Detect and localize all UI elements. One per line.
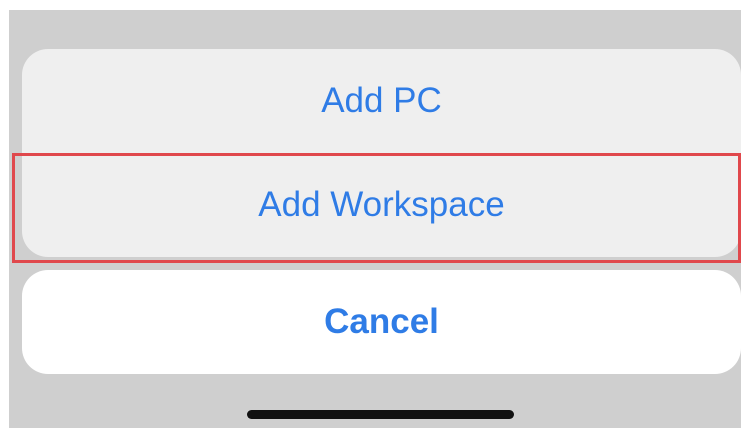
action-sheet-group: Add PC Add Workspace — [22, 49, 741, 257]
home-indicator[interactable] — [247, 410, 514, 419]
screen: Add PC Add Workspace Cancel — [0, 0, 741, 428]
add-workspace-button[interactable]: Add Workspace — [22, 153, 741, 257]
add-pc-button[interactable]: Add PC — [22, 49, 741, 153]
cancel-button[interactable]: Cancel — [22, 270, 741, 374]
